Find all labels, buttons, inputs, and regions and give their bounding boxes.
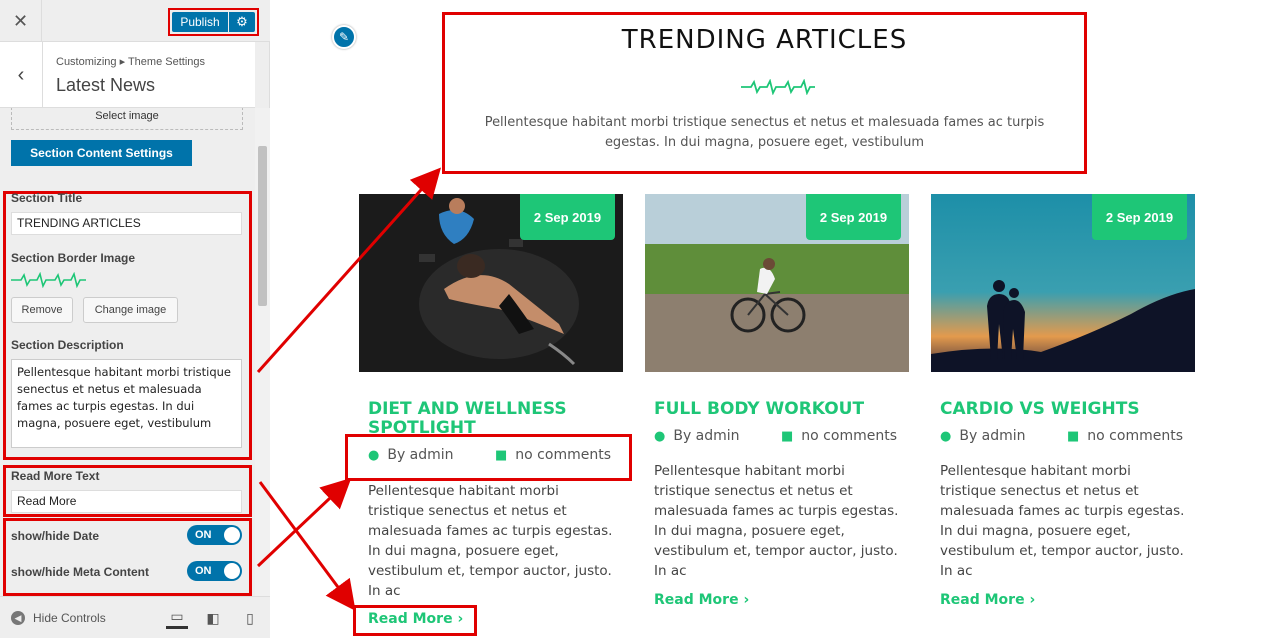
mobile-preview-button[interactable]: ▯ [239, 607, 261, 629]
read-more-label: Read More [654, 592, 739, 608]
date-badge: 2 Sep 2019 [806, 194, 901, 240]
collapse-icon: ◀ [11, 611, 25, 625]
article-excerpt: Pellentesque habitant morbi tristique se… [940, 463, 1185, 579]
gear-icon: ⚙ [236, 14, 248, 29]
section-header: ‹ Customizing ▸ Theme Settings Latest Ne… [0, 42, 255, 108]
section-title-label: Section Title [11, 191, 83, 205]
read-more-link[interactable]: Read More › [654, 592, 749, 608]
show-meta-state: ON [195, 565, 212, 577]
toggle-knob [224, 527, 240, 543]
date-badge: 2 Sep 2019 [1092, 194, 1187, 240]
desktop-icon: ▭ [170, 608, 184, 624]
comments-meta: ■ no comments [1067, 428, 1183, 444]
show-meta-toggle[interactable]: ON [187, 561, 242, 581]
section-content-settings-button[interactable]: Section Content Settings [11, 140, 192, 166]
author-meta: ● By admin [940, 428, 1026, 444]
read-more-label: Read More Text [11, 469, 100, 483]
heartbeat-border-icon [11, 272, 86, 288]
hide-controls-label: Hide Controls [33, 611, 106, 625]
section-heading-description: Pellentesque habitant morbi tristique se… [484, 115, 1045, 150]
back-button[interactable]: ‹ [0, 42, 43, 108]
comments-label[interactable]: no comments [801, 428, 897, 444]
read-more-label: Read More [940, 592, 1025, 608]
article-image[interactable]: 2 Sep 2019 [359, 194, 623, 372]
description-textarea[interactable]: Pellentesque habitant morbi tristique se… [11, 359, 242, 448]
highlight-read-more-preview [353, 605, 477, 636]
user-icon: ● [654, 428, 666, 444]
pencil-icon: ✎ [338, 30, 350, 44]
article-title[interactable]: FULL BODY WORKOUT [654, 400, 894, 419]
tablet-icon: ◧ [206, 609, 220, 626]
heartbeat-divider-icon [741, 79, 815, 95]
author-label[interactable]: By admin [673, 428, 739, 444]
comments-icon: ■ [781, 428, 794, 444]
mobile-icon: ▯ [246, 609, 254, 626]
author-meta: ● By admin [654, 428, 740, 444]
read-more-link[interactable]: Read More › [940, 592, 1035, 608]
hide-controls-button[interactable]: ◀ Hide Controls [11, 611, 106, 625]
show-date-toggle[interactable]: ON [187, 525, 242, 545]
description-label: Section Description [11, 338, 124, 352]
date-badge: 2 Sep 2019 [520, 194, 615, 240]
show-meta-label: show/hide Meta Content [11, 565, 149, 579]
comments-icon: ■ [1067, 428, 1080, 444]
customizer-sidebar: ✕ Publish ⚙ ‹ Customizing ▸ Theme Settin… [0, 0, 270, 638]
user-icon: ● [940, 428, 952, 444]
section-heading: TRENDING ARTICLES Pellentesque habitant … [442, 12, 1087, 174]
controls-panel: Select image Section Content Settings Se… [0, 108, 255, 596]
article-excerpt: Pellentesque habitant morbi tristique se… [368, 483, 613, 599]
select-image-button[interactable]: Select image [11, 108, 243, 130]
edit-shortcut-button[interactable]: ✎ [332, 25, 356, 49]
section-heading-title: TRENDING ARTICLES [621, 25, 908, 55]
chevron-right-icon: › [743, 592, 750, 608]
article-title[interactable]: DIET AND WELLNESS SPOTLIGHT [368, 400, 608, 438]
author-label[interactable]: By admin [959, 428, 1025, 444]
read-more-input[interactable]: Read More [11, 490, 242, 513]
tablet-preview-button[interactable]: ◧ [202, 607, 224, 629]
comments-meta: ■ no comments [781, 428, 897, 444]
show-date-label: show/hide Date [11, 529, 100, 543]
close-customizer-button[interactable]: ✕ [0, 0, 42, 42]
scrollbar-thumb[interactable] [258, 146, 267, 306]
article-image[interactable]: 2 Sep 2019 [645, 194, 909, 372]
border-image-label: Section Border Image [11, 251, 136, 265]
publish-group: Publish ⚙ [168, 8, 259, 36]
customizer-header: ✕ Publish ⚙ [0, 0, 270, 42]
show-date-state: ON [195, 529, 212, 541]
breadcrumb: Customizing ▸ Theme Settings [56, 56, 205, 68]
change-image-button[interactable]: Change image [83, 297, 178, 323]
close-icon: ✕ [12, 10, 29, 31]
article-title[interactable]: CARDIO VS WEIGHTS [940, 400, 1180, 419]
publish-settings-button[interactable]: ⚙ [229, 12, 255, 32]
article-excerpt: Pellentesque habitant morbi tristique se… [654, 463, 899, 579]
comments-label[interactable]: no comments [1087, 428, 1183, 444]
toggle-knob [224, 563, 240, 579]
publish-button[interactable]: Publish [172, 12, 228, 32]
section-title: Latest News [56, 75, 156, 95]
article-image[interactable]: 2 Sep 2019 [931, 194, 1195, 372]
desktop-preview-button[interactable]: ▭ [166, 607, 188, 629]
chevron-right-icon: › [1029, 592, 1036, 608]
remove-image-button[interactable]: Remove [11, 297, 73, 323]
chevron-left-icon: ‹ [17, 63, 25, 86]
customizer-footer: ◀ Hide Controls ▭ ◧ ▯ [0, 596, 270, 638]
section-title-input[interactable]: TRENDING ARTICLES [11, 212, 242, 235]
highlight-meta-preview [345, 434, 632, 481]
